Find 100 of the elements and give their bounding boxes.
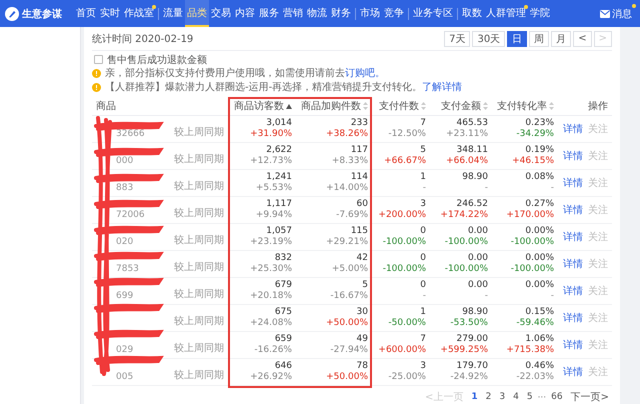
details-link[interactable]: 详情 (563, 338, 583, 352)
metric-change: +24.08% (250, 318, 292, 329)
column-header: 支付件数 (379, 100, 419, 113)
nav-item[interactable]: 实时 (98, 0, 122, 27)
date-range-button[interactable]: 周 (529, 30, 550, 46)
nav-item[interactable]: 学院 (528, 0, 552, 27)
page-button[interactable]: 2 (482, 390, 494, 404)
nav-item[interactable]: 作战室 (122, 0, 156, 27)
nav-item[interactable]: 竞争 (382, 0, 406, 27)
metric-value: 0 (420, 226, 426, 237)
metric-value: 348.11 (456, 145, 488, 156)
date-range-button[interactable]: 30天 (472, 30, 506, 46)
compare-label: 较上周同期 (174, 234, 224, 247)
nav-item[interactable]: 品类 (185, 0, 209, 27)
metric-value: 179.70 (456, 361, 488, 372)
metric-change: -24.92% (450, 372, 488, 383)
warning-icon (92, 82, 101, 92)
page-button[interactable]: 1 (468, 390, 481, 404)
details-link[interactable]: 详情 (563, 284, 583, 298)
nav-item[interactable]: 首页 (74, 0, 98, 27)
nav-item[interactable]: 内容 (233, 0, 257, 27)
next-page-button[interactable]: 下一页> (568, 390, 612, 404)
column-header: 商品访客数 (234, 100, 284, 113)
metric-value: 0.00% (525, 226, 554, 237)
metric-change: +174.22% (440, 210, 488, 221)
metric-value: 3 (420, 199, 426, 210)
page-button[interactable]: 5 (524, 390, 536, 404)
metric-value: 0.00 (468, 253, 488, 264)
column-header: 支付转化率 (497, 100, 547, 113)
metric-value: 0.00% (525, 280, 554, 291)
metric-change: - (422, 183, 426, 194)
metric-change: - (484, 183, 488, 194)
metric-value: 279.00 (456, 334, 488, 345)
notice-text: 【人群推荐】爆款潜力人群圈选-运用-再选择，精准营销提升支付转化。了解详情 (105, 80, 462, 94)
details-link[interactable]: 详情 (563, 311, 583, 325)
nav-item[interactable]: 交易 (209, 0, 233, 27)
sort-icon[interactable] (421, 102, 426, 110)
sort-icon[interactable] (549, 102, 554, 110)
nav-item[interactable]: 人群管理 (484, 0, 528, 27)
details-link[interactable]: 详情 (563, 176, 583, 190)
metric-value: 0 (420, 253, 426, 264)
sort-icon[interactable] (483, 102, 488, 110)
date-range-button[interactable]: 日 (507, 30, 528, 46)
metric-value: 0.46% (525, 361, 554, 372)
metric-change: -53.50% (450, 318, 488, 329)
nav-item[interactable]: 营销 (281, 0, 305, 27)
metric-value: 114 (350, 172, 368, 183)
messages-link[interactable]: 消息 (600, 6, 636, 20)
nav-item[interactable]: 财务 (329, 0, 353, 27)
metric-value: 30 (356, 307, 368, 318)
metric-change: -100.00% (510, 264, 554, 275)
nav-item[interactable]: 物流 (305, 0, 329, 27)
nav-item[interactable]: 市场 (358, 0, 382, 27)
details-link[interactable]: 详情 (563, 257, 583, 271)
metric-value: 0.08% (525, 172, 554, 183)
metric-value: 42 (356, 253, 368, 264)
metric-value: 832 (274, 253, 292, 264)
details-link[interactable]: 详情 (563, 149, 583, 163)
metric-change: +66.67% (384, 156, 426, 167)
metric-value: 246.52 (456, 199, 488, 210)
details-link[interactable]: 详情 (563, 230, 583, 244)
sort-ascending-icon[interactable] (286, 104, 292, 108)
refund-checkbox[interactable]: 售中售后成功退款金额 (92, 53, 612, 66)
metric-value: 646 (274, 361, 292, 372)
date-range-button[interactable]: 月 (551, 30, 572, 46)
details-link[interactable]: 详情 (563, 122, 583, 136)
page-button[interactable]: 66 (548, 390, 566, 404)
metric-change: +66.04% (446, 156, 488, 167)
details-link[interactable]: 详情 (563, 203, 583, 217)
metric-value: 0.27% (525, 199, 554, 210)
sort-icon[interactable] (363, 102, 368, 110)
date-range-button[interactable]: < (573, 30, 592, 46)
metric-change: -100.00% (382, 264, 426, 275)
nav-item[interactable]: 业务专区 (411, 0, 455, 27)
metric-change: -25.00% (388, 372, 426, 383)
metric-value: 1,117 (266, 199, 292, 210)
metric-change: +599.25% (440, 345, 488, 356)
nav-item[interactable]: 流量 (161, 0, 185, 27)
page-button[interactable]: 3 (496, 390, 508, 404)
product-code: 005 (116, 372, 134, 382)
metric-value: 5 (420, 145, 426, 156)
metric-value: 3,014 (266, 118, 292, 129)
compare-label: 较上周同期 (174, 152, 224, 166)
metric-value: 60 (356, 199, 368, 210)
nav-item[interactable]: 服务 (257, 0, 281, 27)
logo-icon (5, 6, 19, 20)
product-code: 029 (116, 345, 134, 355)
metric-value: 679 (274, 280, 292, 291)
metric-change: +170.00% (506, 210, 554, 221)
notice-link[interactable]: 订购吧。 (345, 68, 385, 79)
metric-value: 1 (420, 172, 426, 183)
metric-change: -27.94% (330, 345, 368, 356)
details-link[interactable]: 详情 (563, 365, 583, 379)
date-range-button[interactable]: 7天 (444, 30, 470, 46)
notice-link[interactable]: 了解详情 (422, 82, 462, 93)
metric-change: -34.29% (516, 129, 554, 140)
nav-item[interactable]: 取数 (460, 0, 484, 27)
metric-value: 1.06% (525, 334, 554, 345)
page-button[interactable]: 4 (510, 390, 522, 404)
compare-label: 较上周同期 (174, 288, 224, 301)
